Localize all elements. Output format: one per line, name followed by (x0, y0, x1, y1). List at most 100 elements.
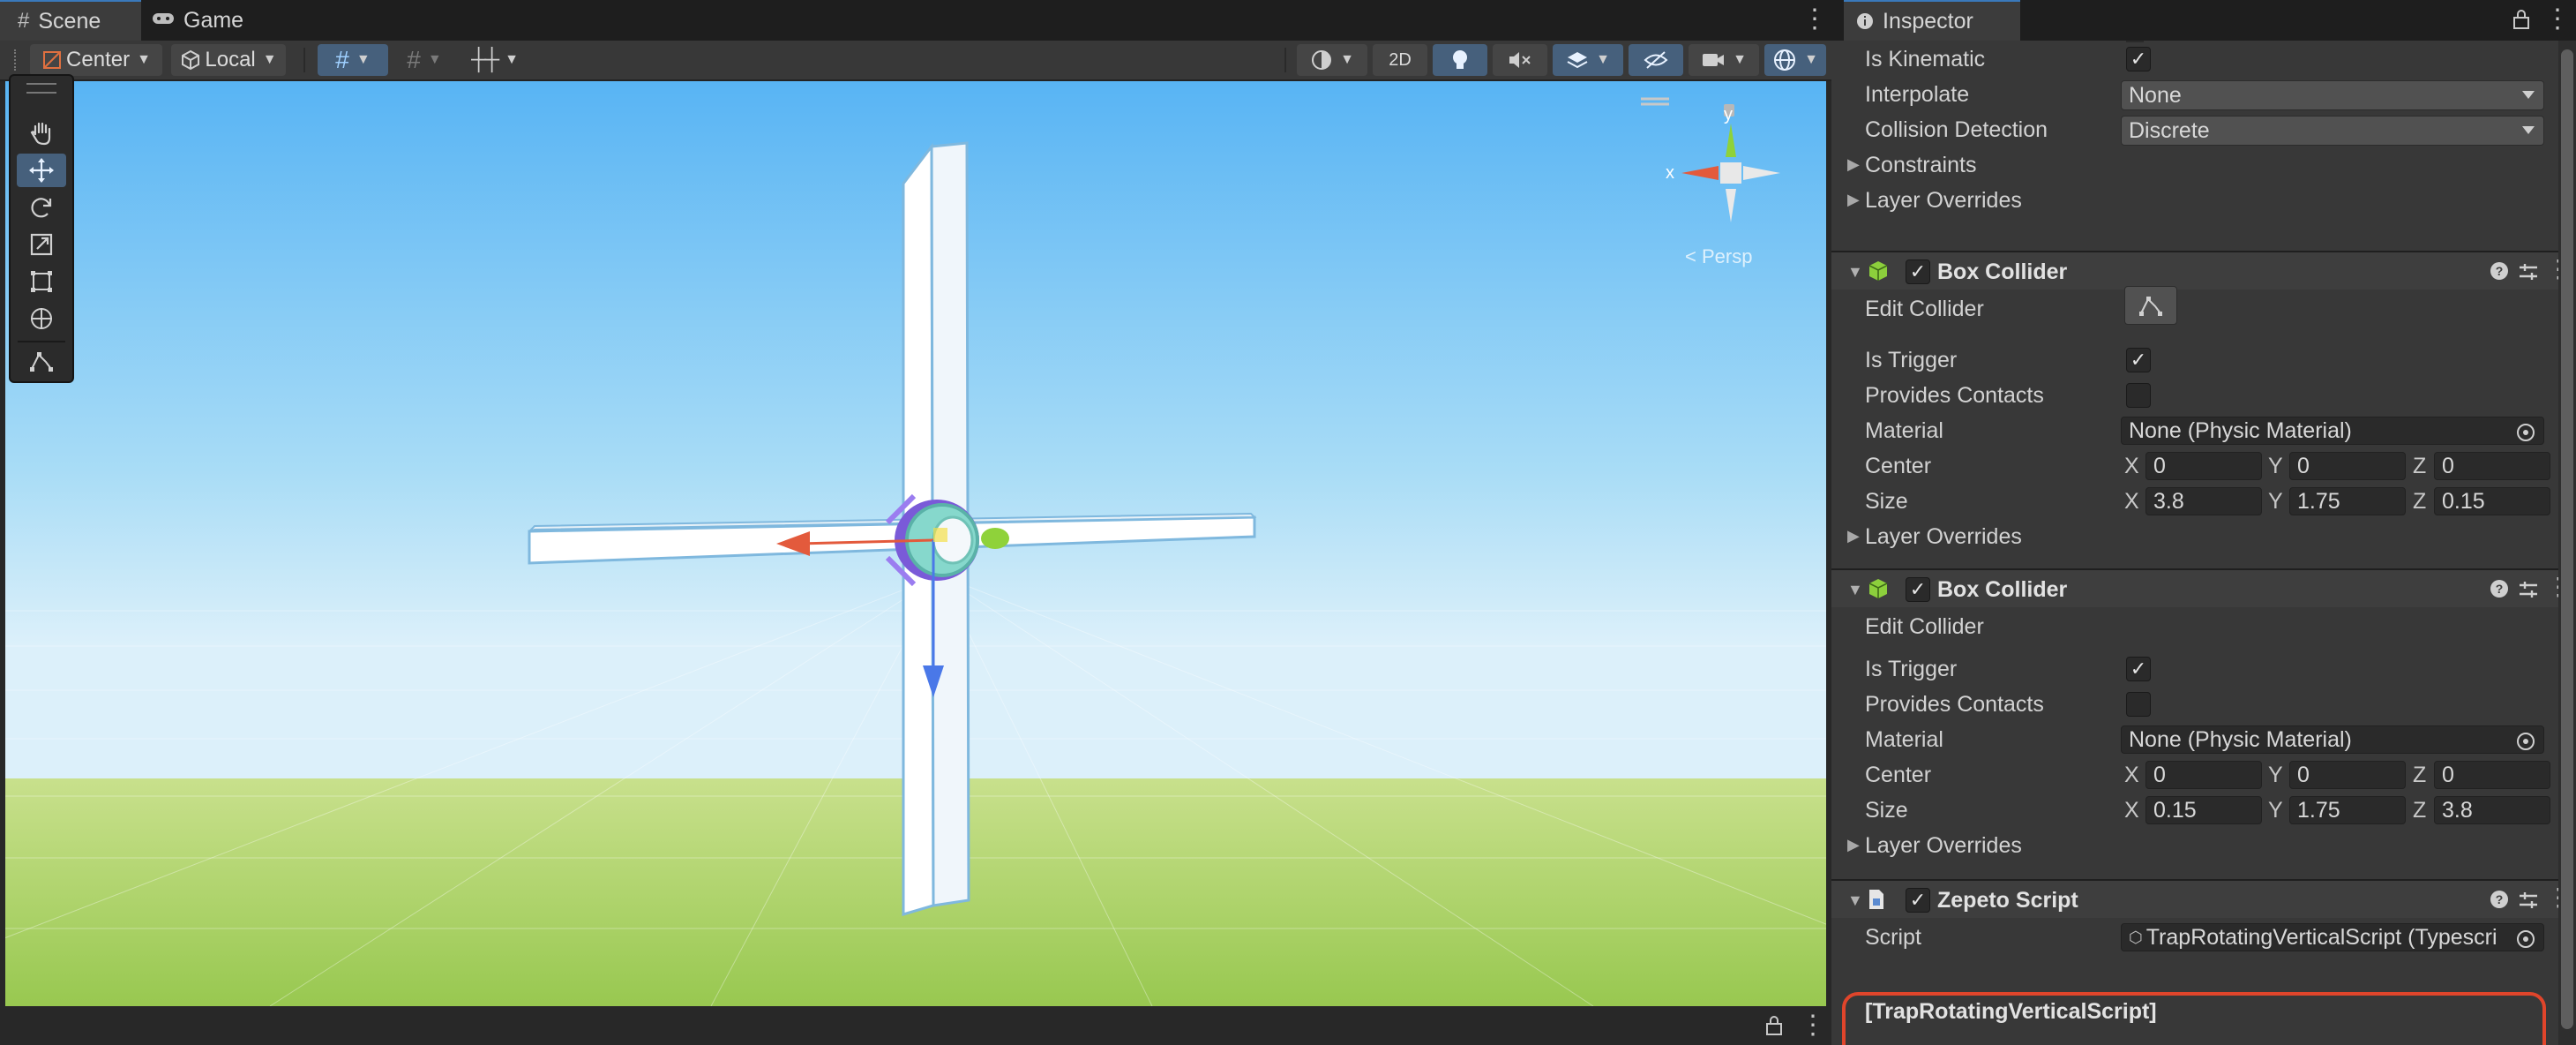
presets-icon[interactable] (2518, 891, 2539, 914)
gamepad-icon (152, 8, 175, 33)
box-collider-2-is-trigger-checkbox[interactable]: ✓ (2126, 657, 2151, 681)
grid-snap-button[interactable]: # ▼ (318, 44, 388, 76)
pivot-mode-dropdown[interactable]: Center ▼ (30, 44, 162, 76)
script-section-header: [TrapRotatingVerticalScript] (1865, 999, 2157, 1024)
script-label: Script (1865, 925, 1921, 950)
draw-mode-dropdown[interactable]: ▼ (1297, 44, 1367, 76)
box-collider-1-object-picker-icon[interactable] (2517, 424, 2535, 441)
script-value: TrapRotatingVerticalScript (Typescri (2145, 924, 2497, 950)
box-collider-2-material-field[interactable]: None (Physic Material) (2121, 725, 2544, 754)
gizmos-dropdown[interactable]: ▼ (1764, 44, 1826, 76)
effects-dropdown[interactable]: ▼ (1553, 44, 1623, 76)
component-menu-icon[interactable]: ⋮ (2546, 254, 2558, 283)
box-collider-2-size-y-field[interactable]: 1.75 (2289, 796, 2406, 824)
grid-visibility-button[interactable]: # ▼ (393, 44, 455, 76)
box-collider-2-size-z-field[interactable]: 3.8 (2434, 796, 2550, 824)
constraints-label[interactable]: Constraints (1865, 153, 1976, 178)
box-collider-2-size-y-axis-label: Y (2268, 798, 2283, 823)
box-collider-1-size-z-field[interactable]: 0.15 (2434, 487, 2550, 515)
tab-inspector[interactable]: Inspector (1844, 0, 2020, 41)
box-collider-1-material-field[interactable]: None (Physic Material) (2121, 417, 2544, 445)
edit-collider-icon (30, 352, 53, 372)
toggle-2d-button[interactable]: 2D (1373, 44, 1427, 76)
lighting-toggle-button[interactable] (1433, 44, 1487, 76)
box-collider-2-component-icon (1867, 577, 1890, 605)
scale-tool-button[interactable] (17, 228, 66, 261)
component-menu-icon[interactable]: ⋮ (2546, 883, 2558, 912)
increment-snap-button[interactable]: ┼┼ ▼ (464, 44, 526, 76)
scene-menu-icon[interactable]: ⋮ (1800, 1010, 1826, 1041)
box-collider-2-center-y-field[interactable]: 0 (2289, 761, 2406, 789)
help-icon[interactable]: ? (2490, 890, 2509, 913)
box-collider-2-size-x-field[interactable]: 0.15 (2145, 796, 2262, 824)
scene-render: y x < Persp (5, 81, 1826, 1006)
space-mode-dropdown[interactable]: Local ▼ (171, 44, 286, 76)
tab-scene[interactable]: # Scene (0, 0, 141, 41)
is-kinematic-checkbox[interactable]: ✓ (2126, 47, 2151, 71)
transform-tool-button[interactable] (17, 302, 66, 335)
help-icon[interactable]: ? (2490, 579, 2509, 603)
box-collider-1-center-label: Center (1865, 454, 1932, 478)
edit-collider-tool-button[interactable] (17, 344, 66, 378)
box-collider-1-edit-collider-button[interactable] (2124, 286, 2177, 325)
layer-overrides-foldout-icon[interactable]: ▶ (1847, 191, 1860, 209)
rect-tool-button[interactable] (17, 265, 66, 298)
tab-more-menu-icon[interactable]: ⋮ (1801, 4, 1828, 34)
inspector-scrollbar-thumb[interactable] (2561, 49, 2573, 1029)
scene-tab-bar: # Scene Game ⋮ (0, 0, 1831, 41)
box-collider-2-layer-overrides-foldout-icon[interactable]: ▶ (1847, 836, 1860, 854)
box-collider-1-center-y-field[interactable]: 0 (2289, 452, 2406, 480)
presets-icon[interactable] (2518, 580, 2539, 604)
box-collider-2-center-x-field[interactable]: 0 (2145, 761, 2262, 789)
box-collider-1-foldout-icon[interactable]: ▼ (1847, 263, 1863, 282)
box-collider-2-enabled-checkbox[interactable]: ✓ (1906, 577, 1930, 602)
script-object-picker-icon[interactable] (2517, 930, 2535, 948)
box-collider-1-header[interactable]: ▼ ✓ Box Collider? ⋮ (1831, 251, 2558, 289)
audio-toggle-button[interactable] (1493, 44, 1547, 76)
interpolate-label: Interpolate (1865, 82, 1970, 107)
box-collider-2-center-z-field[interactable]: 0 (2434, 761, 2550, 789)
is-kinematic-label: Is Kinematic (1865, 47, 1986, 71)
lock-icon[interactable] (2512, 9, 2530, 30)
box-collider-2-provides-contacts-checkbox[interactable] (2126, 692, 2151, 717)
lock-icon[interactable] (1764, 1015, 1784, 1036)
zepeto-script-enabled-checkbox[interactable]: ✓ (1906, 888, 1930, 913)
move-tool-button[interactable] (17, 154, 66, 187)
zepeto-script-foldout-icon[interactable]: ▼ (1847, 891, 1863, 910)
constraints-foldout-icon[interactable]: ▶ (1847, 155, 1860, 174)
rotate-tool-button[interactable] (17, 191, 66, 224)
presets-icon[interactable] (2518, 262, 2539, 286)
script-field[interactable]: ⬡ TrapRotatingVerticalScript (Typescri (2121, 923, 2544, 951)
box-collider-2-size-z-axis-label: Z (2413, 798, 2427, 823)
box-collider-1-layer-overrides-foldout-icon[interactable]: ▶ (1847, 527, 1860, 545)
tool-palette (9, 74, 74, 383)
tab-game[interactable]: Game (152, 0, 266, 41)
box-collider-1-size-y-field[interactable]: 1.75 (2289, 487, 2406, 515)
inspector-scrollbar[interactable] (2558, 41, 2576, 1045)
scene-viewport[interactable]: y x < Persp (5, 81, 1826, 1006)
scene-visibility-button[interactable] (1629, 44, 1683, 76)
box-collider-2-material-value: None (Physic Material) (2129, 726, 2352, 752)
layer-overrides-label[interactable]: Layer Overrides (1865, 188, 2022, 214)
box-collider-2-header[interactable]: ▼ ✓ Box Collider? ⋮ (1831, 568, 2558, 607)
box-collider-1-provides-contacts-checkbox[interactable] (2126, 383, 2151, 408)
box-collider-1-center-z-field[interactable]: 0 (2434, 452, 2550, 480)
help-icon[interactable]: ? (2490, 261, 2509, 285)
chevron-down-icon: ▼ (356, 52, 371, 67)
box-collider-2-object-picker-icon[interactable] (2517, 733, 2535, 750)
box-collider-1-center-x-field[interactable]: 0 (2145, 452, 2262, 480)
interpolate-dropdown[interactable]: None (2121, 80, 2544, 110)
box-collider-2-foldout-icon[interactable]: ▼ (1847, 581, 1863, 599)
component-menu-icon[interactable]: ⋮ (2546, 572, 2558, 601)
camera-settings-dropdown[interactable]: ▼ (1689, 44, 1759, 76)
svg-text:?: ? (2496, 264, 2504, 278)
inspector-menu-icon[interactable]: ⋮ (2544, 4, 2571, 34)
toggle-2d-label: 2D (1389, 49, 1412, 70)
gizmo-y-label: y (1724, 105, 1733, 124)
box-collider-1-is-trigger-checkbox[interactable]: ✓ (2126, 348, 2151, 372)
box-collider-1-size-x-field[interactable]: 3.8 (2145, 487, 2262, 515)
hand-tool-button[interactable] (17, 117, 66, 150)
box-collider-1-enabled-checkbox[interactable]: ✓ (1906, 259, 1930, 284)
collision-detection-dropdown[interactable]: Discrete (2121, 116, 2544, 146)
zepeto-script-header[interactable]: ▼ ✓ Zepeto Script? ⋮ (1831, 879, 2558, 918)
